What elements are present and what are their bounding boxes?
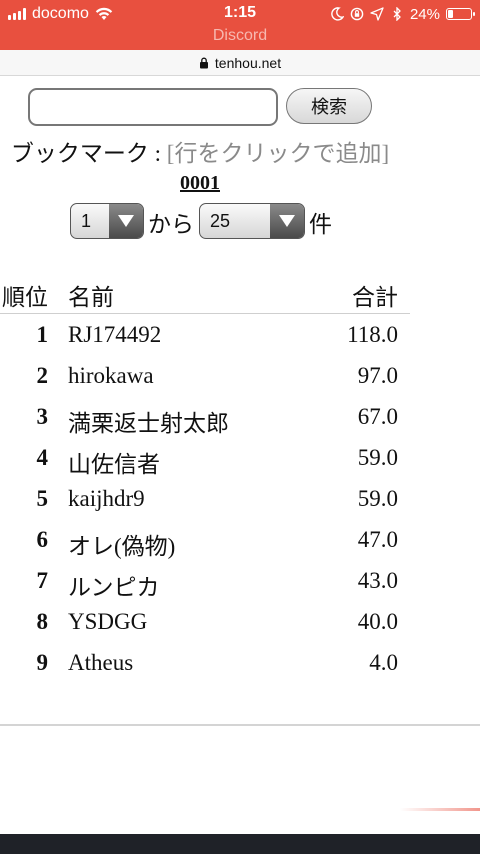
table-row[interactable]: 6 オレ(偽物) 47.0 (0, 521, 410, 562)
status-bar: docomo 1:15 24% Discord (0, 0, 480, 50)
name-cell: hirokawa (68, 363, 154, 388)
bookmark-hint: [行をクリックで追加] (166, 141, 390, 166)
search-button[interactable]: 検索 (286, 88, 372, 124)
rank-cell: 5 (36, 486, 49, 511)
battery-percent: 24% (409, 5, 440, 23)
range-to-value: 25 (210, 210, 231, 231)
rank-cell: 3 (36, 404, 49, 429)
name-cell: Atheus (68, 650, 134, 675)
rank-cell: 7 (36, 568, 49, 593)
chevron-down-icon (109, 204, 143, 238)
range-between-label: から (148, 212, 194, 237)
page-id-link[interactable]: 0001 (0, 172, 400, 195)
url-bar[interactable]: tenhou.net (0, 50, 480, 76)
battery-icon (446, 8, 475, 20)
total-cell: 59.0 (357, 445, 398, 470)
lock-icon (199, 57, 208, 68)
divider (0, 724, 480, 726)
range-to-select[interactable]: 25 (199, 203, 305, 239)
total-cell: 43.0 (357, 568, 398, 593)
total-cell: 67.0 (357, 404, 398, 429)
table-row[interactable]: 9 Atheus 4.0 (0, 644, 410, 685)
table-row[interactable]: 7 ルンピカ 43.0 (0, 562, 410, 603)
bookmark-line: ブックマーク : [行をクリックで追加] (0, 134, 400, 168)
moon-icon (331, 7, 344, 21)
range-from-value: 1 (81, 210, 92, 231)
table-row[interactable]: 1 RJ174492 118.0 (0, 316, 410, 357)
range-unit-label: 件 (309, 212, 332, 237)
name-cell: オレ(偽物) (68, 534, 176, 559)
table-row[interactable]: 8 YSDGG 40.0 (0, 603, 410, 644)
chevron-down-icon (270, 204, 304, 238)
rank-cell: 4 (36, 445, 49, 470)
bookmark-label: ブックマーク : (10, 141, 167, 166)
header-total: 合計 (352, 285, 398, 310)
table-row[interactable]: 2 hirokawa 97.0 (0, 357, 410, 398)
bluetooth-icon (393, 7, 401, 21)
name-cell: RJ174492 (68, 322, 162, 347)
total-cell: 4.0 (369, 650, 398, 675)
location-icon (370, 7, 384, 21)
header-name: 名前 (68, 285, 114, 310)
rank-cell: 8 (36, 609, 49, 634)
range-selector: 1 から 25 件 (0, 203, 400, 241)
name-cell: YSDGG (68, 609, 148, 634)
rank-cell: 9 (36, 650, 49, 675)
table-row[interactable]: 5 kaijhdr9 59.0 (0, 480, 410, 521)
home-indicator-bar (0, 834, 480, 854)
rank-cell: 1 (36, 322, 49, 347)
rank-cell: 2 (36, 363, 49, 388)
swipe-indicator (400, 808, 480, 811)
range-from-select[interactable]: 1 (70, 203, 144, 239)
url-domain: tenhou.net (214, 54, 282, 71)
total-cell: 118.0 (347, 322, 398, 347)
table-row[interactable]: 3 満栗返士射太郎 67.0 (0, 398, 410, 439)
total-cell: 47.0 (357, 527, 398, 552)
table-header: 順位 名前 合計 (0, 276, 410, 314)
total-cell: 59.0 (357, 486, 398, 511)
nav-title[interactable]: Discord (0, 27, 480, 45)
total-cell: 40.0 (357, 609, 398, 634)
name-cell: ルンピカ (68, 575, 160, 600)
total-cell: 97.0 (357, 363, 398, 388)
rotation-lock-icon (350, 7, 364, 21)
search-input[interactable] (28, 88, 278, 126)
name-cell: 山佐信者 (68, 452, 160, 477)
table-row[interactable]: 4 山佐信者 59.0 (0, 439, 410, 480)
name-cell: 満栗返士射太郎 (68, 411, 229, 436)
header-rank: 順位 (2, 285, 48, 310)
name-cell: kaijhdr9 (68, 486, 145, 511)
status-right: 24% (330, 4, 475, 24)
ranking-table: 順位 名前 合計 1 RJ174492 118.0 2 hirokawa 97.… (0, 276, 410, 685)
rank-cell: 6 (36, 527, 49, 552)
table-body: 1 RJ174492 118.0 2 hirokawa 97.0 3 満栗返士射… (0, 314, 410, 685)
